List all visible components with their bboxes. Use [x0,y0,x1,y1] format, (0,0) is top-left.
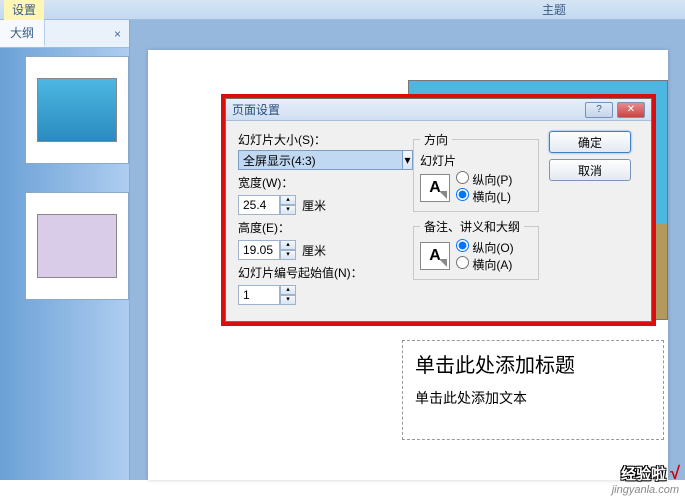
size-column: 幻灯片大小(S)： ▾ 宽度(W)： ▴ ▾ 厘米 [238,131,403,307]
dialog-title: 页面设置 [232,101,280,118]
outline-tabs: 大纲 × [0,20,129,48]
slide-size-label: 幻灯片大小(S)： [238,131,403,148]
spin-up-icon[interactable]: ▴ [280,240,296,250]
spin-up-icon[interactable]: ▴ [280,285,296,295]
close-icon[interactable]: × [106,27,129,41]
orientation-group-notes: 备注、讲义和大纲 A 纵向(O) 横向(A) [413,218,539,280]
height-input[interactable] [238,240,280,260]
height-label: 高度(E)： [238,219,403,236]
check-icon: √ [669,463,679,483]
orientation-radios: 纵向(P) 横向(L) [456,171,512,205]
orientation-legend: 方向 [420,131,452,148]
dialog-body: 幻灯片大小(S)： ▾ 宽度(W)： ▴ ▾ 厘米 [226,121,651,321]
start-number-input[interactable] [238,285,280,305]
slide-thumbnail-2[interactable] [25,192,129,300]
orientation-group-slides: 方向 幻灯片 A 纵向(P) 横向(L) [413,131,539,212]
text-placeholder-box[interactable]: 单击此处添加标题 单击此处添加文本 [402,340,664,440]
radio-portrait[interactable]: 纵向(P) [456,171,512,188]
slide-size-combo[interactable]: ▾ [238,150,413,170]
height-unit: 厘米 [302,242,326,259]
radio-notes-landscape[interactable]: 横向(A) [456,256,514,273]
width-label: 宽度(W)： [238,174,403,191]
ribbon: 设置 主题 [0,0,685,20]
title-placeholder[interactable]: 单击此处添加标题 [415,349,651,378]
slide-thumbnail-1[interactable] [25,56,129,164]
width-unit: 厘米 [302,197,326,214]
notes-radios: 纵向(O) 横向(A) [456,239,514,273]
notes-legend: 备注、讲义和大纲 [420,218,524,235]
orientation-column: 方向 幻灯片 A 纵向(P) 横向(L) 备注、讲义和大纲 A [413,131,539,307]
ribbon-tab-setup[interactable]: 设置 [4,0,44,20]
slide-size-input[interactable] [238,150,403,170]
thumbnail-list [0,48,129,480]
spin-up-icon[interactable]: ▴ [280,195,296,205]
chevron-down-icon[interactable]: ▾ [403,150,413,170]
ribbon-tab-theme[interactable]: 主题 [534,0,574,20]
spin-down-icon[interactable]: ▾ [280,205,296,215]
dialog-titlebar[interactable]: 页面设置 ? ✕ [226,99,651,121]
outline-pane: 大纲 × [0,20,130,480]
watermark-url: jingyanla.com [612,484,679,496]
spin-down-icon[interactable]: ▾ [280,295,296,305]
start-number-spinner[interactable]: ▴ ▾ [238,285,298,305]
radio-notes-portrait[interactable]: 纵向(O) [456,239,514,256]
width-input[interactable] [238,195,280,215]
orientation-sublabel: 幻灯片 [420,152,532,169]
ok-button[interactable]: 确定 [549,131,631,153]
width-spinner[interactable]: ▴ ▾ [238,195,298,215]
cancel-button[interactable]: 取消 [549,159,631,181]
titlebar-buttons: ? ✕ [585,102,645,118]
thumb-image [37,214,117,278]
button-column: 确定 取消 [549,131,631,307]
radio-landscape[interactable]: 横向(L) [456,188,512,205]
watermark: 经验啦 √ jingyanla.com [612,463,679,496]
spin-down-icon[interactable]: ▾ [280,250,296,260]
page-setup-dialog-highlight: 页面设置 ? ✕ 幻灯片大小(S)： ▾ 宽度(W)： ▴ [221,94,656,326]
close-button[interactable]: ✕ [617,102,645,118]
orientation-icon: A [420,242,450,270]
page-setup-dialog: 页面设置 ? ✕ 幻灯片大小(S)： ▾ 宽度(W)： ▴ [225,98,652,322]
watermark-logo: 经验啦 [621,466,666,483]
height-spinner[interactable]: ▴ ▾ [238,240,298,260]
tab-outline[interactable]: 大纲 [0,20,45,47]
start-number-label: 幻灯片编号起始值(N)： [238,264,403,281]
body-placeholder[interactable]: 单击此处添加文本 [415,388,651,408]
orientation-icon: A [420,174,450,202]
help-button[interactable]: ? [585,102,613,118]
thumb-image [37,78,117,142]
